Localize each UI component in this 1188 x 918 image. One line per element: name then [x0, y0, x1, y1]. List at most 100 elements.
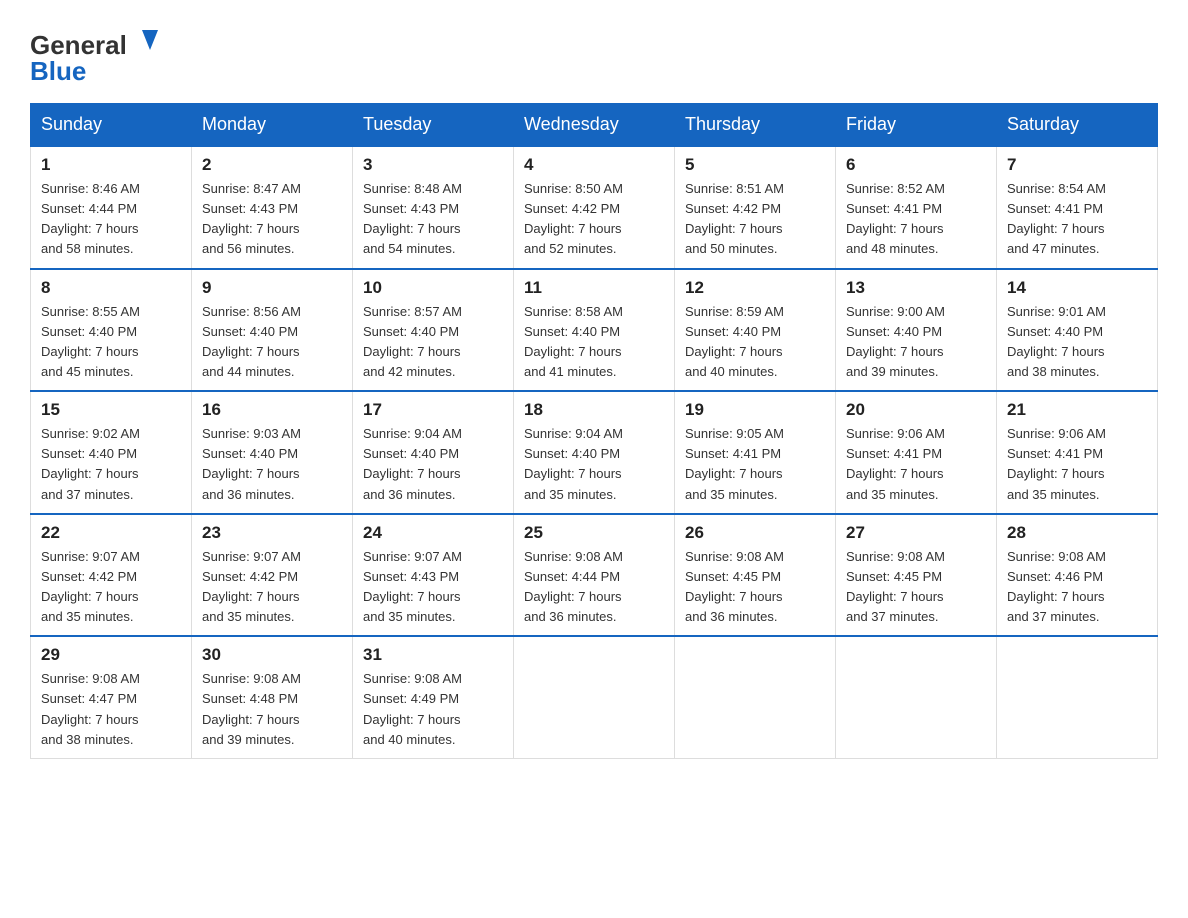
- calendar-cell: 23 Sunrise: 9:07 AMSunset: 4:42 PMDayligh…: [192, 514, 353, 637]
- day-number: 22: [41, 523, 181, 543]
- calendar-cell: 31 Sunrise: 9:08 AMSunset: 4:49 PMDayligh…: [353, 636, 514, 758]
- day-info: Sunrise: 9:06 AMSunset: 4:41 PMDaylight:…: [1007, 424, 1147, 505]
- day-number: 4: [524, 155, 664, 175]
- day-info: Sunrise: 8:48 AMSunset: 4:43 PMDaylight:…: [363, 179, 503, 260]
- week-row-3: 15 Sunrise: 9:02 AMSunset: 4:40 PMDayligh…: [31, 391, 1158, 514]
- week-row-4: 22 Sunrise: 9:07 AMSunset: 4:42 PMDayligh…: [31, 514, 1158, 637]
- calendar-cell: 21 Sunrise: 9:06 AMSunset: 4:41 PMDayligh…: [997, 391, 1158, 514]
- day-info: Sunrise: 9:08 AMSunset: 4:48 PMDaylight:…: [202, 669, 342, 750]
- day-number: 18: [524, 400, 664, 420]
- day-number: 6: [846, 155, 986, 175]
- day-number: 27: [846, 523, 986, 543]
- day-number: 11: [524, 278, 664, 298]
- calendar-cell: 26 Sunrise: 9:08 AMSunset: 4:45 PMDayligh…: [675, 514, 836, 637]
- logo: General Blue: [30, 20, 160, 85]
- calendar-cell: [675, 636, 836, 758]
- week-row-1: 1 Sunrise: 8:46 AMSunset: 4:44 PMDaylight…: [31, 146, 1158, 269]
- weekday-header-saturday: Saturday: [997, 104, 1158, 147]
- page-header: General Blue: [30, 20, 1158, 85]
- calendar-cell: 27Sunrise: 9:08 AMSunset: 4:45 PMDayligh…: [836, 514, 997, 637]
- day-info: Sunrise: 9:08 AMSunset: 4:44 PMDaylight:…: [524, 547, 664, 628]
- day-info: Sunrise: 9:08 AMSunset: 4:47 PMDaylight:…: [41, 669, 181, 750]
- day-number: 8: [41, 278, 181, 298]
- calendar-cell: 5 Sunrise: 8:51 AMSunset: 4:42 PMDaylight…: [675, 146, 836, 269]
- calendar-cell: 14 Sunrise: 9:01 AMSunset: 4:40 PMDayligh…: [997, 269, 1158, 392]
- day-number: 16: [202, 400, 342, 420]
- day-info: Sunrise: 9:04 AMSunset: 4:40 PMDaylight:…: [524, 424, 664, 505]
- svg-text:Blue: Blue: [30, 56, 86, 85]
- calendar-cell: 2 Sunrise: 8:47 AMSunset: 4:43 PMDaylight…: [192, 146, 353, 269]
- logo-svg: General Blue: [30, 20, 160, 85]
- weekday-header-thursday: Thursday: [675, 104, 836, 147]
- calendar-cell: 13 Sunrise: 9:00 AMSunset: 4:40 PMDayligh…: [836, 269, 997, 392]
- calendar-cell: 1 Sunrise: 8:46 AMSunset: 4:44 PMDaylight…: [31, 146, 192, 269]
- day-number: 25: [524, 523, 664, 543]
- calendar-cell: 11Sunrise: 8:58 AMSunset: 4:40 PMDayligh…: [514, 269, 675, 392]
- day-number: 1: [41, 155, 181, 175]
- calendar-cell: 12Sunrise: 8:59 AMSunset: 4:40 PMDayligh…: [675, 269, 836, 392]
- day-info: Sunrise: 9:02 AMSunset: 4:40 PMDaylight:…: [41, 424, 181, 505]
- day-number: 7: [1007, 155, 1147, 175]
- calendar-cell: 25 Sunrise: 9:08 AMSunset: 4:44 PMDayligh…: [514, 514, 675, 637]
- weekday-header-row: SundayMondayTuesdayWednesdayThursdayFrid…: [31, 104, 1158, 147]
- calendar-cell: 6Sunrise: 8:52 AMSunset: 4:41 PMDaylight…: [836, 146, 997, 269]
- day-info: Sunrise: 9:03 AMSunset: 4:40 PMDaylight:…: [202, 424, 342, 505]
- day-info: Sunrise: 8:56 AMSunset: 4:40 PMDaylight:…: [202, 302, 342, 383]
- day-number: 29: [41, 645, 181, 665]
- day-info: Sunrise: 8:57 AMSunset: 4:40 PMDaylight:…: [363, 302, 503, 383]
- day-info: Sunrise: 8:46 AMSunset: 4:44 PMDaylight:…: [41, 179, 181, 260]
- day-info: Sunrise: 9:07 AMSunset: 4:42 PMDaylight:…: [202, 547, 342, 628]
- weekday-header-sunday: Sunday: [31, 104, 192, 147]
- calendar-cell: 24 Sunrise: 9:07 AMSunset: 4:43 PMDayligh…: [353, 514, 514, 637]
- day-number: 15: [41, 400, 181, 420]
- day-info: Sunrise: 9:00 AMSunset: 4:40 PMDaylight:…: [846, 302, 986, 383]
- day-info: Sunrise: 8:55 AMSunset: 4:40 PMDaylight:…: [41, 302, 181, 383]
- day-info: Sunrise: 8:47 AMSunset: 4:43 PMDaylight:…: [202, 179, 342, 260]
- day-number: 13: [846, 278, 986, 298]
- calendar-cell: 20 Sunrise: 9:06 AMSunset: 4:41 PMDayligh…: [836, 391, 997, 514]
- day-number: 9: [202, 278, 342, 298]
- day-number: 24: [363, 523, 503, 543]
- day-info: Sunrise: 9:08 AMSunset: 4:45 PMDaylight:…: [685, 547, 825, 628]
- day-info: Sunrise: 9:04 AMSunset: 4:40 PMDaylight:…: [363, 424, 503, 505]
- calendar-cell: 4 Sunrise: 8:50 AMSunset: 4:42 PMDaylight…: [514, 146, 675, 269]
- day-info: Sunrise: 9:07 AMSunset: 4:43 PMDaylight:…: [363, 547, 503, 628]
- day-info: Sunrise: 8:59 AMSunset: 4:40 PMDaylight:…: [685, 302, 825, 383]
- day-number: 10: [363, 278, 503, 298]
- calendar-cell: 30Sunrise: 9:08 AMSunset: 4:48 PMDayligh…: [192, 636, 353, 758]
- calendar-table: SundayMondayTuesdayWednesdayThursdayFrid…: [30, 103, 1158, 759]
- day-info: Sunrise: 9:06 AMSunset: 4:41 PMDaylight:…: [846, 424, 986, 505]
- day-info: Sunrise: 9:08 AMSunset: 4:46 PMDaylight:…: [1007, 547, 1147, 628]
- day-number: 23: [202, 523, 342, 543]
- day-info: Sunrise: 9:01 AMSunset: 4:40 PMDaylight:…: [1007, 302, 1147, 383]
- calendar-cell: [514, 636, 675, 758]
- weekday-header-tuesday: Tuesday: [353, 104, 514, 147]
- calendar-cell: 3 Sunrise: 8:48 AMSunset: 4:43 PMDaylight…: [353, 146, 514, 269]
- day-number: 2: [202, 155, 342, 175]
- week-row-2: 8 Sunrise: 8:55 AMSunset: 4:40 PMDaylight…: [31, 269, 1158, 392]
- calendar-cell: 19 Sunrise: 9:05 AMSunset: 4:41 PMDayligh…: [675, 391, 836, 514]
- day-info: Sunrise: 8:50 AMSunset: 4:42 PMDaylight:…: [524, 179, 664, 260]
- calendar-cell: 22Sunrise: 9:07 AMSunset: 4:42 PMDayligh…: [31, 514, 192, 637]
- calendar-cell: 17 Sunrise: 9:04 AMSunset: 4:40 PMDayligh…: [353, 391, 514, 514]
- day-number: 3: [363, 155, 503, 175]
- day-number: 26: [685, 523, 825, 543]
- weekday-header-friday: Friday: [836, 104, 997, 147]
- day-info: Sunrise: 8:51 AMSunset: 4:42 PMDaylight:…: [685, 179, 825, 260]
- day-info: Sunrise: 9:08 AMSunset: 4:49 PMDaylight:…: [363, 669, 503, 750]
- day-number: 20: [846, 400, 986, 420]
- day-number: 31: [363, 645, 503, 665]
- day-number: 5: [685, 155, 825, 175]
- day-number: 14: [1007, 278, 1147, 298]
- calendar-cell: [997, 636, 1158, 758]
- week-row-5: 29 Sunrise: 9:08 AMSunset: 4:47 PMDayligh…: [31, 636, 1158, 758]
- calendar-cell: [836, 636, 997, 758]
- calendar-cell: 28Sunrise: 9:08 AMSunset: 4:46 PMDayligh…: [997, 514, 1158, 637]
- day-number: 19: [685, 400, 825, 420]
- weekday-header-wednesday: Wednesday: [514, 104, 675, 147]
- day-info: Sunrise: 9:05 AMSunset: 4:41 PMDaylight:…: [685, 424, 825, 505]
- calendar-cell: 8 Sunrise: 8:55 AMSunset: 4:40 PMDaylight…: [31, 269, 192, 392]
- day-number: 17: [363, 400, 503, 420]
- calendar-cell: 9 Sunrise: 8:56 AMSunset: 4:40 PMDaylight…: [192, 269, 353, 392]
- day-number: 21: [1007, 400, 1147, 420]
